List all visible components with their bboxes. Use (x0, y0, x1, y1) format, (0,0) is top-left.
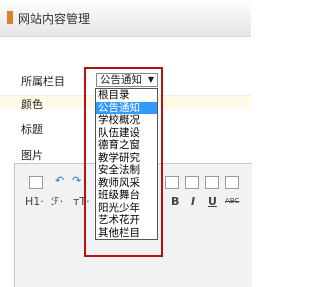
heading-button[interactable]: H1· (25, 195, 44, 208)
bold-button[interactable]: B (171, 195, 179, 208)
category-label: 所属栏目 (21, 75, 65, 88)
chevron-down-icon[interactable]: ▼ (148, 74, 154, 86)
page-title: 网站内容管理 (18, 12, 91, 26)
category-select-value: 公告通知 (100, 74, 142, 86)
dropdown-option[interactable]: 学校概况 (96, 114, 157, 127)
dropdown-option[interactable]: 教学研究 (96, 152, 157, 165)
source-icon[interactable] (29, 176, 43, 189)
italic-button[interactable]: I (191, 195, 195, 208)
redo-icon[interactable]: ↷ (72, 174, 81, 187)
table-icon[interactable] (225, 176, 239, 189)
title-bar: 网站内容管理 (0, 0, 251, 37)
dropdown-option[interactable]: 教师风采 (96, 177, 157, 190)
dropdown-option[interactable]: 其他栏目 (96, 227, 157, 240)
dropdown-option[interactable]: 德育之窗 (96, 139, 157, 152)
dropdown-option[interactable]: 根目录 (96, 89, 157, 102)
underline-button[interactable]: U (208, 195, 217, 208)
dropdown-option[interactable]: 公告通知 (96, 101, 157, 114)
find-icon[interactable] (185, 176, 199, 189)
font-family-button[interactable]: ℱ· (51, 195, 63, 208)
strikethrough-button[interactable]: ABC (225, 197, 239, 205)
dropdown-option[interactable]: 班级舞台 (96, 189, 157, 202)
dropdown-option[interactable]: 安全法制 (96, 164, 157, 177)
dropdown-option[interactable]: 阳光少年 (96, 202, 157, 215)
category-select[interactable]: 公告通知 ▼ (96, 73, 158, 87)
category-dropdown-list[interactable]: 根目录 公告通知 学校概况 队伍建设 德育之窗 教学研究 安全法制 教师风采 班级舞台 阳光少年艺… (95, 88, 158, 240)
undo-icon[interactable]: ↶ (55, 174, 64, 187)
dropdown-option[interactable]: 艺术花开 (96, 214, 157, 227)
dropdown-option[interactable]: 队伍建设 (96, 127, 157, 140)
paste-icon[interactable] (165, 176, 179, 189)
select-all-icon[interactable] (205, 176, 219, 189)
title-label: 标题 (21, 123, 43, 136)
title-accent-icon (7, 11, 13, 24)
image-label: 图片 (21, 149, 43, 162)
